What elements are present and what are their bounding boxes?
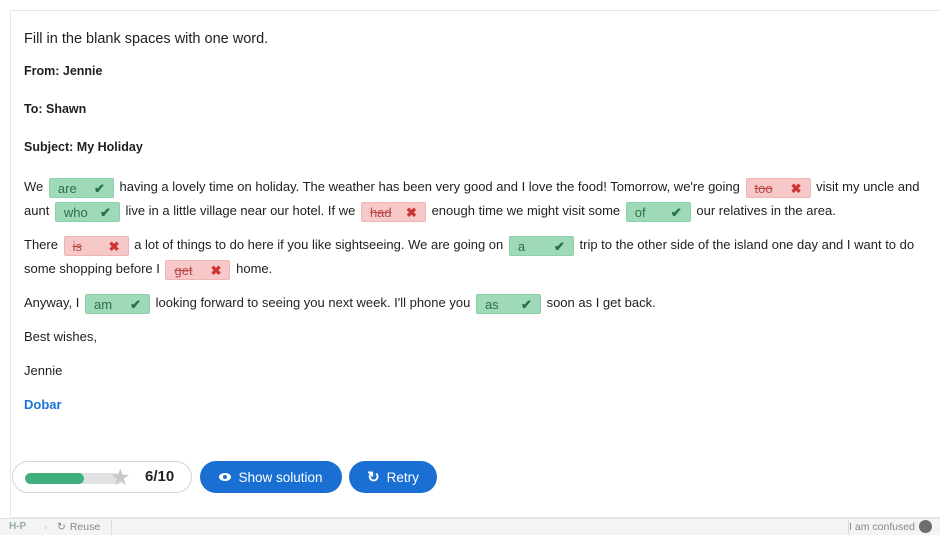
email-from: From: Jennie: [24, 64, 103, 78]
blank-input[interactable]: is ✖: [63, 235, 129, 256]
h5p-logo[interactable]: H-P: [9, 521, 26, 532]
text-segment: home.: [236, 261, 273, 276]
text-segment: looking forward to seeing you next week.…: [155, 295, 474, 310]
closing-text: Best wishes,: [24, 329, 97, 344]
text-segment: We: [24, 179, 47, 194]
star-icon: ★: [110, 464, 131, 490]
confused-label: I am confused: [849, 520, 915, 533]
blank-answer: am: [94, 296, 113, 312]
exercise-card: Fill in the blank spaces with one word. …: [10, 10, 940, 518]
reuse-icon: ↻: [57, 521, 66, 533]
text-segment: enough time we might visit some: [431, 203, 624, 218]
check-icon: ✔: [670, 204, 682, 220]
paragraph-3: Anyway, I am ✔ looking forward to seeing …: [24, 291, 929, 315]
email-to: To: Shawn: [24, 102, 87, 116]
footer-bar: H-P › ↻ Reuse I am confused: [0, 518, 940, 535]
score-text: 6/10: [145, 468, 175, 485]
cross-icon: ✖: [406, 204, 417, 220]
reuse-label: Reuse: [69, 521, 101, 533]
cross-icon: ✖: [790, 180, 802, 196]
text-segment: having a lovely time on holiday. The wea…: [119, 179, 744, 194]
blank-answer: as: [484, 296, 499, 312]
text-segment: soon as I get back.: [546, 295, 656, 310]
blank-answer: who: [63, 204, 88, 220]
blank-answer: is: [72, 238, 82, 254]
retry-label: Retry: [386, 469, 419, 485]
show-solution-label: Show solution: [238, 469, 323, 485]
email-subject: Subject: My Holiday: [24, 140, 143, 154]
eye-icon: [219, 473, 232, 481]
blank-input[interactable]: get ✖: [165, 259, 231, 280]
blank-input[interactable]: a ✔: [508, 235, 574, 256]
blank-input[interactable]: too ✖: [745, 177, 811, 198]
confused-button[interactable]: I am confused: [849, 520, 932, 533]
score-bar: ★ 6/10: [12, 461, 192, 493]
blank-input[interactable]: are ✔: [48, 177, 114, 198]
feedback-text: Dobar: [24, 397, 62, 412]
blank-answer: are: [57, 180, 77, 196]
blank-answer: a: [517, 238, 526, 254]
text-segment: our relatives in the area.: [696, 203, 836, 218]
reuse-button[interactable]: ↻ Reuse: [57, 521, 100, 533]
progress-track: [25, 473, 123, 484]
instruction-text: Fill in the blank spaces with one word.: [24, 31, 269, 47]
signature-text: Jennie: [24, 363, 63, 378]
text-segment: live in a little village near our hotel.…: [125, 203, 359, 218]
exercise-content: Fill in the blank spaces with one word. …: [24, 29, 929, 417]
check-icon: ✔: [521, 296, 532, 312]
blank-input[interactable]: had ✖: [360, 201, 426, 222]
check-icon: ✔: [130, 296, 142, 312]
cross-icon: ✖: [210, 262, 222, 278]
paragraph-2: There is ✖ a lot of things to do here if …: [24, 233, 929, 281]
blank-input[interactable]: of ✔: [625, 201, 691, 222]
blank-input[interactable]: as ✔: [475, 293, 541, 314]
text-segment: a lot of things to do here if you like s…: [134, 237, 507, 252]
progress-fill: [25, 473, 84, 484]
paragraph-1: We are ✔ having a lovely time on holiday.…: [24, 175, 929, 223]
check-icon: ✔: [100, 204, 111, 220]
blank-input[interactable]: am ✔: [85, 293, 151, 314]
blank-answer: had: [369, 204, 392, 220]
blank-answer: get: [174, 262, 193, 278]
check-icon: ✔: [93, 180, 105, 196]
show-solution-button[interactable]: Show solution: [200, 461, 342, 493]
retry-icon: ↻: [367, 469, 380, 486]
divider: [111, 520, 112, 535]
text-segment: Anyway, I: [24, 295, 84, 310]
text-segment: There: [24, 237, 62, 252]
blank-input[interactable]: who ✔: [54, 201, 120, 222]
blank-answer: of: [634, 204, 646, 220]
check-icon: ✔: [553, 238, 565, 254]
cross-icon: ✖: [108, 238, 120, 254]
retry-button[interactable]: ↻ Retry: [349, 461, 437, 493]
blank-answer: too: [754, 180, 773, 196]
confused-icon: [919, 520, 932, 533]
chevron-right-icon: ›: [44, 521, 48, 533]
